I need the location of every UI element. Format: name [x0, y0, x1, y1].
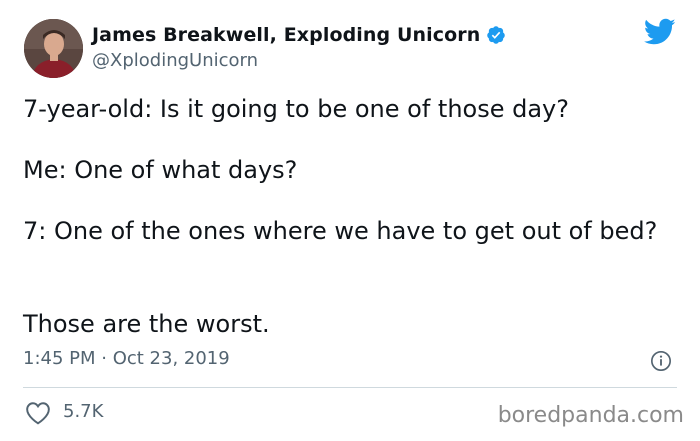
avatar[interactable]	[24, 19, 83, 78]
tweet-text-line-2: Me: One of what days?	[23, 156, 298, 184]
divider	[23, 387, 677, 388]
tweet-timestamp[interactable]: 1:45 PM · Oct 23, 2019	[23, 348, 230, 369]
tweet-card: James Breakwell, Exploding Unicorn @Xplo…	[0, 0, 700, 441]
twitter-bird-icon[interactable]	[644, 18, 676, 46]
author-handle[interactable]: @XplodingUnicorn	[92, 50, 258, 71]
like-count[interactable]: 5.7K	[63, 401, 103, 422]
verified-badge-icon	[487, 26, 506, 44]
info-icon[interactable]	[650, 350, 672, 372]
watermark: boredpanda.com	[497, 403, 684, 428]
avatar-photo-icon	[24, 19, 83, 78]
tweet-text-line-1: 7-year-old: Is it going to be one of tho…	[23, 95, 569, 123]
author-display-name[interactable]: James Breakwell, Exploding Unicorn	[92, 24, 480, 46]
author-name-row: James Breakwell, Exploding Unicorn	[92, 22, 506, 48]
heart-icon[interactable]	[25, 401, 51, 425]
tweet-text-line-4: Those are the worst.	[23, 310, 270, 338]
tweet-text-line-3: 7: One of the ones where we have to get …	[23, 217, 658, 245]
